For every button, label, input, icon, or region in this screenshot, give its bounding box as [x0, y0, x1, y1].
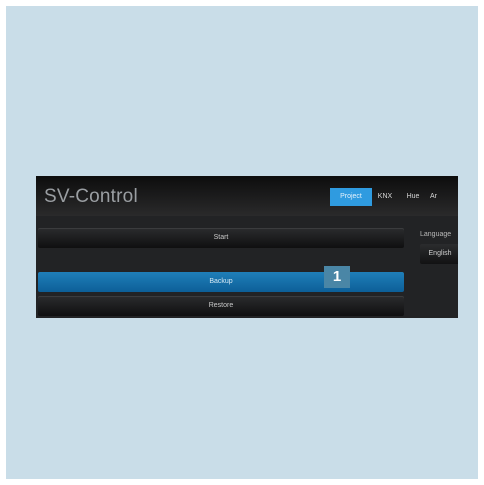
title-bar: SV-Control Project KNX Hue Ar — [36, 176, 458, 216]
tab-hue[interactable]: Hue — [402, 188, 424, 206]
language-label: Language — [420, 231, 452, 238]
app-window: SV-Control Project KNX Hue Ar Start Back… — [36, 176, 458, 318]
restore-button[interactable]: Restore — [38, 296, 404, 316]
language-dropdown[interactable]: English — [420, 244, 458, 264]
start-button[interactable]: Start — [38, 228, 404, 248]
app-title: SV-Control — [44, 186, 138, 207]
tab-project[interactable]: Project — [330, 188, 372, 206]
tab-ar[interactable]: Ar — [430, 188, 454, 206]
step-number-badge: 1 — [324, 266, 350, 288]
tab-knx[interactable]: KNX — [374, 188, 396, 206]
